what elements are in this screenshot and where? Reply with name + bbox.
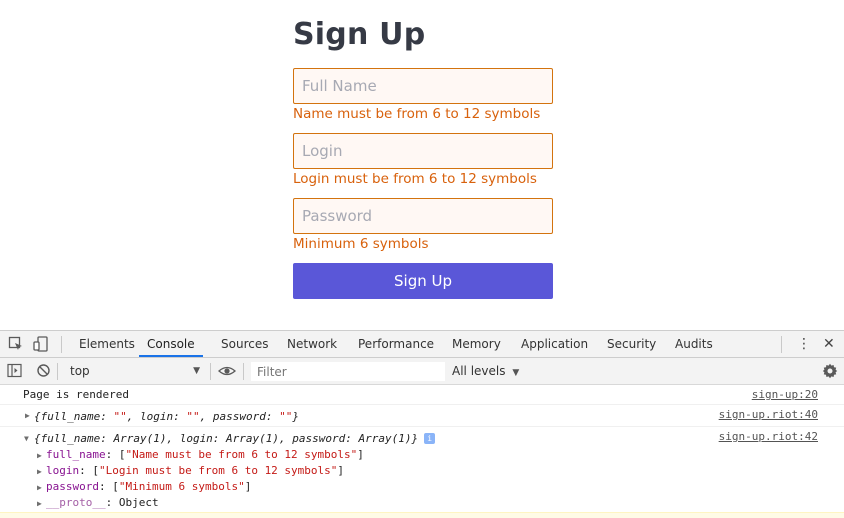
string-value: "": [279, 410, 293, 423]
log-levels-dropdown[interactable]: All levels ▼: [452, 362, 519, 383]
logged-object[interactable]: {full_name: Array(1), login: Array(1), p…: [34, 432, 436, 445]
full-name-input[interactable]: [293, 68, 553, 104]
expand-triangle-icon[interactable]: ▶: [25, 411, 30, 420]
logged-object[interactable]: {full_name: "", login: "", password: ""}: [34, 410, 299, 423]
tab-memory[interactable]: Memory: [452, 331, 501, 357]
close-icon[interactable]: ✕: [823, 335, 835, 353]
tab-performance[interactable]: Performance: [358, 331, 434, 357]
console-toolbar: top ▼ All levels ▼: [0, 358, 844, 385]
object-summary: {full_name: Array(1), login: Array(1), p…: [34, 432, 419, 445]
string-value: "Login must be from 6 to 12 symbols": [99, 464, 338, 477]
chevron-down-icon: ▼: [193, 366, 200, 376]
source-link[interactable]: sign-up.riot:40: [719, 408, 818, 421]
expand-triangle-icon[interactable]: ▶: [37, 451, 42, 460]
settings-gear-icon[interactable]: [822, 363, 838, 379]
context-selector[interactable]: top ▼: [64, 362, 204, 381]
property-key: __proto__: [46, 496, 106, 509]
chevron-down-icon: ▼: [512, 368, 520, 378]
signup-page: Sign Up Name must be from 6 to 12 symbol…: [0, 0, 844, 330]
toolbar-divider: [210, 363, 211, 380]
log-levels-label: All levels: [452, 364, 506, 378]
password-input[interactable]: [293, 198, 553, 234]
page-title: Sign Up: [293, 17, 426, 52]
console-message-text: Page is rendered: [23, 388, 129, 401]
tab-elements[interactable]: Elements: [79, 331, 135, 357]
clear-console-icon[interactable]: [36, 363, 52, 379]
expand-triangle-icon[interactable]: ▶: [37, 499, 42, 508]
device-toolbar-icon[interactable]: [33, 336, 49, 352]
string-value: "Minimum 6 symbols": [118, 480, 245, 493]
source-link[interactable]: sign-up.riot:42: [719, 430, 818, 443]
console-message: ▶ {full_name: "", login: "", password: "…: [0, 405, 844, 427]
tab-console[interactable]: Console: [139, 331, 203, 357]
devtools-tabbar: Elements Console Sources Network Perform…: [0, 331, 844, 358]
full-name-error: Name must be from 6 to 12 symbols: [293, 106, 541, 122]
property-key: full_name: [46, 448, 106, 461]
password-error: Minimum 6 symbols: [293, 236, 429, 252]
tab-audits[interactable]: Audits: [675, 331, 713, 357]
object-text: }: [292, 410, 299, 423]
string-value: "": [113, 410, 127, 423]
source-link[interactable]: sign-up:20: [752, 388, 818, 401]
console-prompt[interactable]: [0, 512, 844, 518]
object-property[interactable]: __proto__: Object: [46, 496, 159, 509]
inspect-element-icon[interactable]: [8, 336, 24, 352]
console-message: Page is rendered sign-up:20: [0, 385, 844, 405]
login-error: Login must be from 6 to 12 symbols: [293, 171, 537, 187]
tab-sources[interactable]: Sources: [221, 331, 268, 357]
tab-network[interactable]: Network: [287, 331, 337, 357]
filter-input[interactable]: [251, 362, 445, 381]
property-key: password: [46, 480, 99, 493]
expand-triangle-icon[interactable]: ▶: [37, 467, 42, 476]
sidebar-toggle-icon[interactable]: [7, 363, 23, 379]
toolbar-divider: [781, 336, 782, 353]
collapse-triangle-icon[interactable]: ▼: [24, 434, 29, 443]
object-text: , login:: [126, 410, 187, 423]
string-value: "Name must be from 6 to 12 symbols": [125, 448, 358, 461]
more-options-icon[interactable]: ⋮: [797, 335, 811, 353]
sign-up-button[interactable]: Sign Up: [293, 263, 553, 299]
toolbar-divider: [243, 363, 244, 380]
context-value: top: [70, 364, 90, 378]
info-icon: i: [424, 433, 436, 444]
devtools-panel: Elements Console Sources Network Perform…: [0, 330, 844, 518]
expand-triangle-icon[interactable]: ▶: [37, 483, 42, 492]
toolbar-divider: [57, 363, 58, 380]
tab-application[interactable]: Application: [521, 331, 588, 357]
property-value: Object: [118, 496, 159, 509]
tab-security[interactable]: Security: [607, 331, 656, 357]
object-property[interactable]: full_name: ["Name must be from 6 to 12 s…: [46, 448, 364, 461]
signup-form: Sign Up Name must be from 6 to 12 symbol…: [293, 14, 553, 299]
eye-icon[interactable]: [218, 363, 236, 379]
object-property[interactable]: password: ["Minimum 6 symbols"]: [46, 480, 251, 493]
property-key: login: [46, 464, 80, 477]
object-property[interactable]: login: ["Login must be from 6 to 12 symb…: [46, 464, 344, 477]
string-value: "": [186, 410, 200, 423]
console-output: Page is rendered sign-up:20 ▶ {full_name…: [0, 385, 844, 515]
object-text: {full_name:: [34, 410, 114, 423]
login-input[interactable]: [293, 133, 553, 169]
object-text: , password:: [199, 410, 280, 423]
console-message: ▼ {full_name: Array(1), login: Array(1),…: [0, 427, 844, 515]
toolbar-divider: [61, 336, 62, 353]
